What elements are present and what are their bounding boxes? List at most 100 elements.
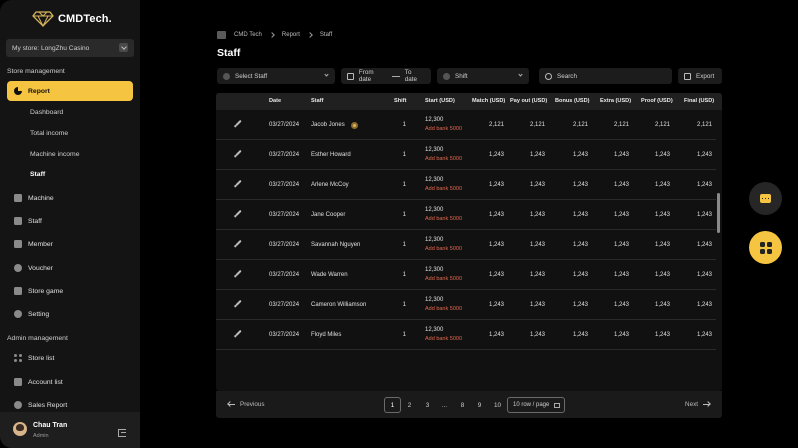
- column-header-match[interactable]: Match (USD): [472, 98, 505, 104]
- breadcrumb-item[interactable]: Report: [282, 32, 300, 38]
- table-row[interactable]: 03/27/2024 Arlene McCoy 1 1,243 1,243 1,243 1,…: [216, 170, 716, 200]
- sidebar-item-store-list[interactable]: Store list: [14, 354, 54, 362]
- next-button[interactable]: Next: [685, 401, 710, 408]
- page-button[interactable]: 8: [454, 397, 471, 413]
- cell-date: 03/27/2024: [269, 242, 300, 248]
- cell-proof: 1,243: [654, 272, 670, 278]
- apps-button[interactable]: [749, 231, 782, 264]
- column-header-start[interactable]: Start (USD): [425, 98, 455, 104]
- chat-button[interactable]: [749, 182, 782, 215]
- page-button[interactable]: 2: [401, 397, 418, 413]
- page-button[interactable]: 1: [384, 397, 401, 413]
- app-logo[interactable]: CMDTech.: [32, 11, 112, 27]
- next-label: Next: [685, 401, 698, 408]
- cell-bank-note: Add bank 5000: [425, 276, 463, 282]
- sidebar-item-sales-report[interactable]: Sales Report: [14, 401, 67, 409]
- chevron-down-icon: [324, 72, 329, 77]
- cell-date: 03/27/2024: [269, 272, 300, 278]
- sidebar-subitem-machine-income[interactable]: Machine income: [30, 151, 80, 158]
- badge-icon: [351, 122, 358, 129]
- sidebar-subitem-staff[interactable]: Staff: [30, 171, 45, 178]
- cell-final: 1,243: [696, 152, 712, 158]
- sidebar-item-machine[interactable]: Machine: [14, 194, 54, 202]
- sidebar-item-report[interactable]: Report: [7, 81, 133, 101]
- from-date[interactable]: From date: [359, 69, 387, 83]
- column-header-shift[interactable]: Shift: [394, 98, 406, 104]
- sidebar-item-staff[interactable]: Staff: [14, 217, 42, 225]
- cell-final: 1,243: [696, 302, 712, 308]
- column-header-extra[interactable]: Extra (USD): [600, 98, 631, 104]
- user-profile[interactable]: Chau Tran Admin: [0, 412, 140, 448]
- column-header-date[interactable]: Date: [269, 98, 281, 104]
- table-scrollbar[interactable]: [717, 193, 720, 233]
- edit-icon[interactable]: [235, 209, 242, 217]
- cell-shift: 1: [402, 182, 406, 188]
- staff-select[interactable]: Select Staff: [217, 68, 335, 84]
- chevron-right-icon: [307, 32, 313, 38]
- table-row[interactable]: 03/27/2024 Floyd Miles 1 1,243 1,243 1,243 1,2…: [216, 320, 716, 350]
- sidebar-item-setting[interactable]: Setting: [14, 310, 49, 318]
- page-button[interactable]: 3: [419, 397, 436, 413]
- cell-final: 1,243: [696, 272, 712, 278]
- table-row[interactable]: 03/27/2024 Esther Howard 1 1,243 1,243 1,243 1…: [216, 140, 716, 170]
- page-button[interactable]: 9: [471, 397, 488, 413]
- date-range-picker[interactable]: From date To date: [341, 68, 431, 84]
- table-row[interactable]: 03/27/2024 Jane Cooper 1 1,243 1,243 1,243 1,2…: [216, 200, 716, 230]
- logout-icon[interactable]: [118, 429, 126, 437]
- shift-select[interactable]: Shift: [437, 68, 529, 84]
- section-store-management: Store management: [7, 68, 65, 75]
- edit-icon[interactable]: [235, 269, 242, 277]
- search-input[interactable]: Search: [539, 68, 672, 84]
- cell-shift: 1: [402, 242, 406, 248]
- sidebar-item-label: Report: [28, 87, 50, 95]
- staff-table: Date Staff Shift Start (USD) Match (USD)…: [216, 93, 722, 391]
- column-header-staff[interactable]: Staff: [311, 98, 323, 104]
- column-header-bonus[interactable]: Bonus (USD): [555, 98, 590, 104]
- cell-bank-note: Add bank 5000: [425, 306, 463, 312]
- store-selector[interactable]: My store: LongZhu Casino: [6, 39, 134, 57]
- column-header-final[interactable]: Final (USD): [684, 98, 714, 104]
- breadcrumb-item[interactable]: CMD Tech: [234, 32, 262, 38]
- cell-start: 12,300: [425, 177, 444, 183]
- sidebar-item-voucher[interactable]: Voucher: [14, 264, 53, 272]
- cell-extra: 1,243: [613, 212, 629, 218]
- column-header-payout[interactable]: Pay out (USD): [510, 98, 547, 104]
- table-header: Date Staff Shift Start (USD) Match (USD)…: [216, 93, 722, 110]
- sidebar: CMDTech. My store: LongZhu Casino Store …: [0, 0, 140, 448]
- home-icon[interactable]: [217, 31, 226, 39]
- edit-icon[interactable]: [235, 119, 242, 127]
- edit-icon[interactable]: [235, 179, 242, 187]
- table-row[interactable]: 03/27/2024 Savannah Nguyen 1 1,243 1,243 1,24…: [216, 230, 716, 260]
- sidebar-item-member[interactable]: Member: [14, 240, 53, 248]
- pagination: Previous 1 2 3 ... 8 9 10 10 row / page …: [216, 391, 722, 418]
- cell-proof: 1,243: [654, 212, 670, 218]
- table-row[interactable]: 03/27/2024 Cameron Williamson 1 1,243 1,243 1…: [216, 290, 716, 320]
- sidebar-subitem-dashboard[interactable]: Dashboard: [30, 109, 63, 116]
- edit-icon[interactable]: [235, 149, 242, 157]
- edit-icon[interactable]: [235, 299, 242, 307]
- table-row[interactable]: 03/27/2024 Jacob Jones 1 2,121 2,121 2,121 2,1…: [216, 110, 716, 140]
- cell-bonus: 1,243: [572, 242, 588, 248]
- cell-extra: 1,243: [613, 272, 629, 278]
- export-button[interactable]: Export: [678, 68, 722, 84]
- sidebar-item-label: Setting: [28, 310, 50, 318]
- cell-start: 12,300: [425, 147, 444, 153]
- page-title: Staff: [217, 47, 241, 59]
- previous-button[interactable]: Previous: [228, 401, 265, 408]
- table-row[interactable]: 03/27/2024 Wade Warren 1 1,243 1,243 1,243 1,2…: [216, 260, 716, 290]
- cell-final: 1,243: [696, 212, 712, 218]
- sidebar-item-store-game[interactable]: Store game: [14, 287, 63, 295]
- page-ellipsis: ...: [441, 401, 448, 409]
- edit-icon[interactable]: [235, 329, 242, 337]
- cell-bonus: 2,121: [572, 122, 588, 128]
- edit-icon[interactable]: [235, 239, 242, 247]
- to-date[interactable]: To date: [405, 69, 425, 83]
- sidebar-item-label: Sales Report: [28, 401, 68, 409]
- sidebar-item-account-list[interactable]: Account list: [14, 378, 63, 386]
- rows-per-page-select[interactable]: 10 row / page: [507, 397, 565, 413]
- sidebar-subitem-total-income[interactable]: Total income: [30, 130, 68, 137]
- cell-staff: Arlene McCoy: [311, 182, 349, 188]
- page-button[interactable]: 10: [489, 397, 506, 413]
- column-header-proof[interactable]: Proof (USD): [641, 98, 673, 104]
- store-selector-value: My store: LongZhu Casino: [12, 44, 90, 52]
